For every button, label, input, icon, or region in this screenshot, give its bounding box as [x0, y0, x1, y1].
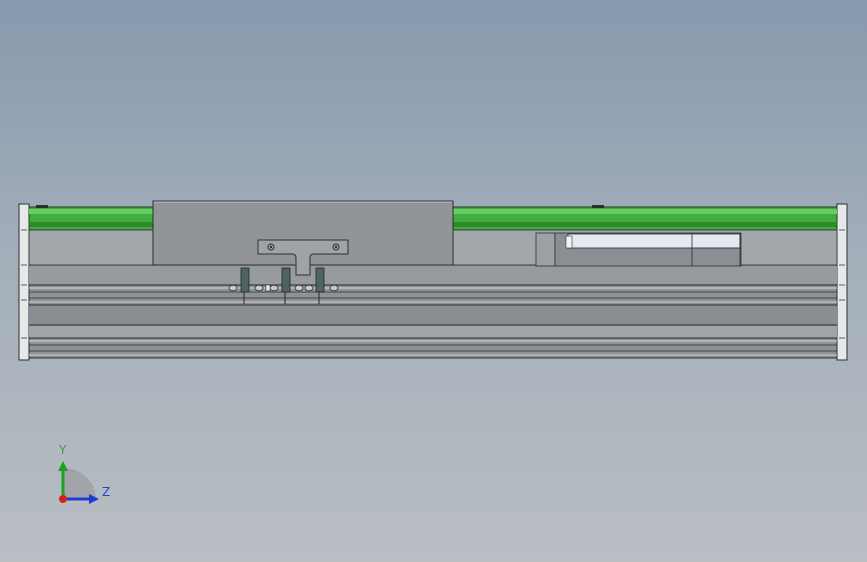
x-axis-dot — [59, 495, 67, 503]
cylinder-assembly[interactable] — [535, 232, 742, 267]
z-axis-label: Z — [102, 485, 111, 499]
graphics-viewport[interactable]: Y Z — [0, 0, 867, 562]
rail-support-left — [28, 229, 154, 266]
carriage-block[interactable] — [152, 200, 454, 276]
right-end-plate — [836, 203, 848, 361]
y-axis-label: Y — [59, 443, 67, 457]
linear-module-model[interactable] — [0, 0, 867, 562]
coordinate-triad — [58, 461, 99, 504]
base-extrusion[interactable] — [28, 264, 838, 359]
left-end-plate — [18, 203, 30, 361]
